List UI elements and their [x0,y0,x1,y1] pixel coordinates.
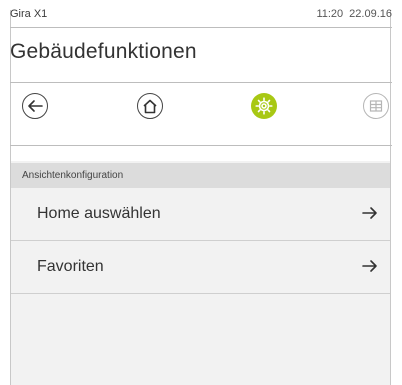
settings-button[interactable] [251,93,277,119]
list-item-label: Home auswählen [37,205,161,222]
title-divider [10,82,392,83]
grid-icon [369,100,383,112]
back-button[interactable] [22,93,48,119]
page-title: Gebäudefunktionen [10,40,197,63]
section-header: Ansichtenkonfiguration [11,163,390,188]
list-item-favorites[interactable]: Favoriten [11,241,390,294]
grid-button[interactable] [363,93,389,119]
status-time: 11:20 [316,8,344,20]
device-name: Gira X1 [10,8,48,20]
home-button[interactable] [137,93,163,119]
nav-divider [10,145,392,146]
status-divider [10,27,392,28]
status-date: 22.09.16 [349,8,392,20]
settings-icon [255,97,273,115]
arrow-right-icon [362,260,377,272]
home-icon [143,99,157,113]
status-clock: 11:20 22.09.16 [316,8,392,20]
list-item-label: Favoriten [37,258,104,275]
list-item-home-select[interactable]: Home auswählen [11,188,390,241]
back-arrow-icon [28,100,43,112]
view-configuration-panel: Ansichtenkonfiguration Home auswählen Fa… [11,161,390,385]
status-bar: Gira X1 11:20 22.09.16 [10,4,392,22]
arrow-right-icon [362,207,377,219]
